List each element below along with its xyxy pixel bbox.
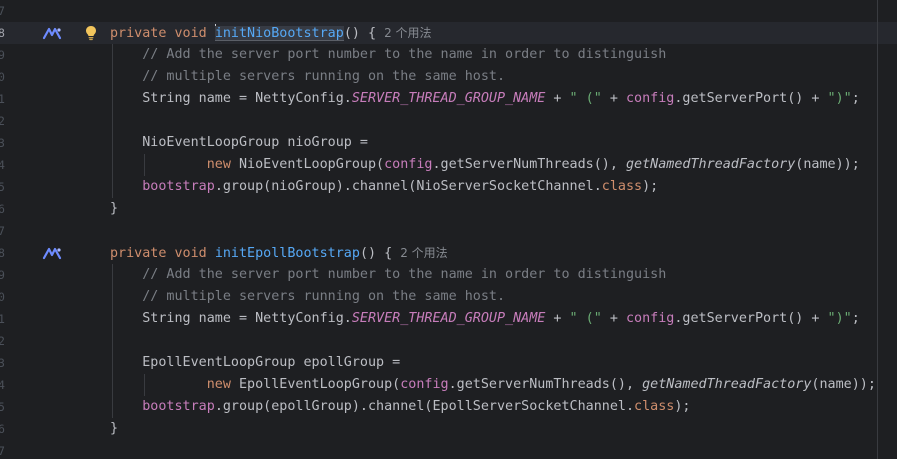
code-text: + <box>601 311 626 326</box>
line-number[interactable]: 9 <box>0 264 8 286</box>
line-number[interactable]: 5 <box>0 176 8 198</box>
code-text: (name)); <box>795 157 860 172</box>
keyword: class <box>601 179 643 194</box>
line-number[interactable]: 7 <box>0 0 8 22</box>
keyword: private <box>110 26 167 41</box>
code-line[interactable]: new EpollEventLoopGroup(config.getServer… <box>110 374 876 396</box>
code-text: + <box>601 91 626 106</box>
line-number[interactable]: 2 <box>0 330 8 352</box>
code-text: () { <box>343 26 377 41</box>
string-literal: ")" <box>827 311 852 326</box>
line-number[interactable]: 9 <box>0 44 8 66</box>
comment: // multiple servers running on the same … <box>142 289 506 304</box>
code-text: () { <box>359 246 393 261</box>
line-number[interactable]: 0 <box>0 66 8 88</box>
keyword: new <box>206 157 231 172</box>
code-text: NioEventLoopGroup( <box>239 157 385 172</box>
ai-assistant-icon[interactable] <box>42 26 62 40</box>
code-text: ); <box>674 399 691 414</box>
line-number[interactable]: 4 <box>0 374 8 396</box>
line-number[interactable]: 1 <box>0 88 8 110</box>
line-number[interactable]: 3 <box>0 352 8 374</box>
keyword: void <box>174 246 207 261</box>
code-line[interactable]: // Add the server port number to the nam… <box>110 264 666 286</box>
code-line[interactable]: private void initNioBootstrap() { 2 个用法 <box>110 22 432 44</box>
line-number[interactable]: 5 <box>0 396 8 418</box>
keyword: private <box>110 246 167 261</box>
code-line[interactable]: // multiple servers running on the same … <box>110 286 505 308</box>
code-text: .group(nioGroup).channel(NioServerSocket… <box>214 179 602 194</box>
string-literal: " (" <box>569 311 602 326</box>
right-margin-guide <box>877 0 878 459</box>
field-ref: bootstrap <box>142 179 215 194</box>
code-text: } <box>110 421 119 436</box>
code-line[interactable]: NioEventLoopGroup nioGroup = <box>110 132 368 154</box>
code-text: NioEventLoopGroup nioGroup = <box>142 135 368 150</box>
code-line[interactable]: // Add the server port number to the nam… <box>110 44 666 66</box>
line-number[interactable]: 1 <box>0 308 8 330</box>
line-number[interactable]: 8 <box>0 242 8 264</box>
code-text: .getServerPort() + <box>674 91 828 106</box>
code-text: EpollEventLoopGroup( <box>239 377 401 392</box>
constant: SERVER_THREAD_GROUP_NAME <box>351 91 546 106</box>
code-text: .getServerNumThreads(), <box>432 157 626 172</box>
code-line[interactable]: String name = NettyConfig.SERVER_THREAD_… <box>110 308 860 330</box>
keyword: class <box>634 399 675 414</box>
usages-hint[interactable]: 2 个用法 <box>400 246 447 260</box>
code-text: .group(epollGroup).channel(EpollServerSo… <box>214 399 635 414</box>
code-line[interactable]: } <box>110 198 118 220</box>
line-number[interactable]: 4 <box>0 154 8 176</box>
lightbulb-icon[interactable] <box>84 25 98 41</box>
code-text: + <box>545 311 570 326</box>
code-text: ); <box>642 179 659 194</box>
code-text: String name = NettyConfig. <box>142 91 352 106</box>
editor-gutter[interactable]: 789012345678901234567 <box>0 0 96 459</box>
field-ref: config <box>625 91 675 106</box>
usages-hint[interactable]: 2 个用法 <box>384 26 431 40</box>
code-text: ; <box>851 311 860 326</box>
code-text: (name)); <box>811 377 876 392</box>
line-number[interactable]: 6 <box>0 418 8 440</box>
comment: // Add the server port number to the nam… <box>142 47 667 62</box>
static-method: getNamedThreadFactory <box>642 377 812 392</box>
comment: // Add the server port number to the nam… <box>142 267 667 282</box>
code-text: + <box>545 91 570 106</box>
code-text: } <box>110 201 119 216</box>
code-line[interactable]: bootstrap.group(nioGroup).channel(NioSer… <box>110 176 658 198</box>
line-number[interactable]: 2 <box>0 110 8 132</box>
line-number[interactable]: 3 <box>0 132 8 154</box>
ai-assistant-icon[interactable] <box>42 246 62 260</box>
string-literal: ")" <box>827 91 852 106</box>
comment: // multiple servers running on the same … <box>142 69 506 84</box>
field-ref: config <box>625 311 675 326</box>
code-text: .getServerNumThreads(), <box>448 377 643 392</box>
line-number[interactable]: 7 <box>0 220 8 242</box>
code-line[interactable]: } <box>110 418 118 440</box>
line-number[interactable]: 8 <box>0 22 8 44</box>
code-text: .getServerPort() + <box>674 311 828 326</box>
keyword: void <box>174 26 207 41</box>
field-ref: config <box>400 377 449 392</box>
line-number[interactable]: 7 <box>0 440 8 459</box>
code-line[interactable]: new NioEventLoopGroup(config.getServerNu… <box>110 154 860 176</box>
code-text: String name = NettyConfig. <box>142 311 352 326</box>
line-number[interactable]: 6 <box>0 198 8 220</box>
field-ref: bootstrap <box>142 399 215 414</box>
code-text: ; <box>851 91 860 106</box>
field-ref: config <box>384 157 433 172</box>
code-line[interactable]: EpollEventLoopGroup epollGroup = <box>110 352 400 374</box>
line-number[interactable]: 0 <box>0 286 8 308</box>
code-line[interactable]: // multiple servers running on the same … <box>110 66 505 88</box>
method-name[interactable]: initNioBootstrap <box>214 26 344 41</box>
constant: SERVER_THREAD_GROUP_NAME <box>351 311 546 326</box>
code-line[interactable]: String name = NettyConfig.SERVER_THREAD_… <box>110 88 860 110</box>
code-line[interactable]: private void initEpollBootstrap() { 2 个用法 <box>110 242 448 264</box>
keyword: new <box>206 377 231 392</box>
code-line[interactable]: bootstrap.group(epollGroup).channel(Epol… <box>110 396 690 418</box>
code-text: EpollEventLoopGroup epollGroup = <box>142 355 401 370</box>
static-method: getNamedThreadFactory <box>625 157 796 172</box>
string-literal: " (" <box>569 91 602 106</box>
method-name[interactable]: initEpollBootstrap <box>215 246 360 261</box>
code-editor[interactable]: 789012345678901234567 private void initN… <box>0 0 897 459</box>
